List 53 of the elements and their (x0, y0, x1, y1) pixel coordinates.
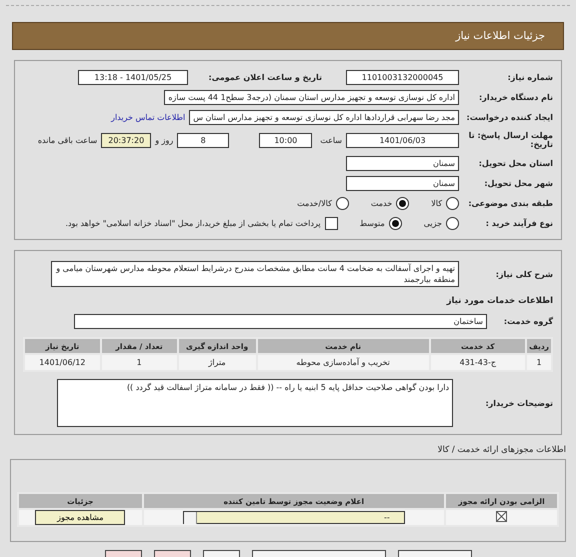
field-label: شهر محل تحویل: (483, 178, 553, 188)
table-cell: 1 (100, 354, 178, 371)
field-label: نوع فرآیند خرید : (484, 218, 553, 228)
option-label: خدمت (370, 198, 392, 208)
field-label: مهلت ارسال پاسخ: تا تاریخ: (468, 131, 553, 149)
field-label: شماره نیاز: (506, 72, 553, 82)
buyer-field: اداره کل نوسازی توسعه و تجهیز مدارس استان سمنان (درجه3 سطح1 44 پست سازه (164, 90, 459, 104)
province-field: سمنان (346, 156, 459, 170)
time-label: ساعت (320, 136, 342, 144)
field-label: ایجاد کننده درخواست: (466, 112, 553, 122)
need-number-field: 1101003132000045 (346, 70, 459, 84)
option-label: متوسط (360, 218, 385, 228)
service-group-field: ساختمان (74, 314, 487, 328)
field-label: توضیحات خریدار: (484, 398, 553, 408)
date-field: 1401/06/03 (346, 132, 459, 148)
city-field: سمنان (346, 176, 459, 190)
header-title: جزئیات اطلاعات نیاز (456, 30, 545, 42)
radio-button[interactable] (388, 216, 402, 230)
field-label: استان محل تحویل: (478, 158, 553, 168)
section-title: اطلاعات خدمات مورد نیاز (445, 296, 553, 306)
status-dropdown[interactable]: -- (182, 511, 405, 524)
days-field: 8 (177, 132, 230, 148)
field-label: شرح کلی نیاز: (494, 270, 553, 278)
checkbox-label: پرداخت تمام یا بخشی از مبلغ خرید،از محل "اسناد خزانه اسلامی" خواهد بود. (65, 218, 321, 228)
announce-date-field: 1401/05/25 - 13:18 (78, 70, 188, 84)
table-cell: تخریب و آماده‌سازی محوطه (256, 354, 430, 371)
table-cell: 1401/06/12 (24, 354, 101, 371)
field-label: تاریخ و ساعت اعلان عمومی: (208, 72, 323, 82)
option-label: جزیی (424, 218, 442, 228)
field-label: طبقه بندی موضوعی: (467, 198, 553, 208)
field-label: نام دستگاه خریدار: (478, 92, 553, 102)
view-license-button[interactable]: مشاهده مجوز (35, 510, 126, 525)
buyer-notes-field: دارا بودن گواهی صلاحیت حداقل پایه 5 ابنیه یا راه -- (( فقط در سامانه متراژ اسفالت قید گردد )) (57, 379, 453, 427)
radio-button[interactable] (336, 196, 349, 210)
checkbox[interactable] (496, 511, 507, 522)
radio-button[interactable] (446, 216, 459, 230)
time-field: 10:00 (259, 132, 312, 148)
remaining-label: ساعت باقی مانده (38, 136, 98, 144)
option-label: کالا/خدمت (297, 198, 332, 208)
table-cell: ج-43-431 (430, 354, 526, 371)
remaining-time-field: 20:37:20 (101, 132, 152, 148)
field-label: گروه خدمت: (502, 316, 553, 326)
checkbox[interactable] (324, 216, 338, 230)
radio-button[interactable] (396, 196, 410, 210)
days-label: روز و (155, 136, 174, 144)
option-label: کالا (431, 198, 442, 208)
radio-button[interactable] (446, 196, 459, 210)
description-field: تهیه و اجرای آسفالت به ضخامت 4 سانت مطابق مشخصات مندرج درشرایط استعلام محوطه مدارس شهرستان میامی و منطقه بیارجمند (51, 261, 459, 287)
requester-field: مجد رضا سهرابی قراردادها اداره کل نوسازی توسعه و تجهیز مدارس استان س (189, 110, 459, 124)
table-cell: متراژ (178, 354, 257, 371)
table-cell: 1 (526, 354, 552, 371)
contact-link[interactable]: اطلاعات تماس خریدار (111, 112, 186, 122)
section-title: اطلاعات مجوزهای ارائه خدمت / کالا (436, 445, 566, 455)
